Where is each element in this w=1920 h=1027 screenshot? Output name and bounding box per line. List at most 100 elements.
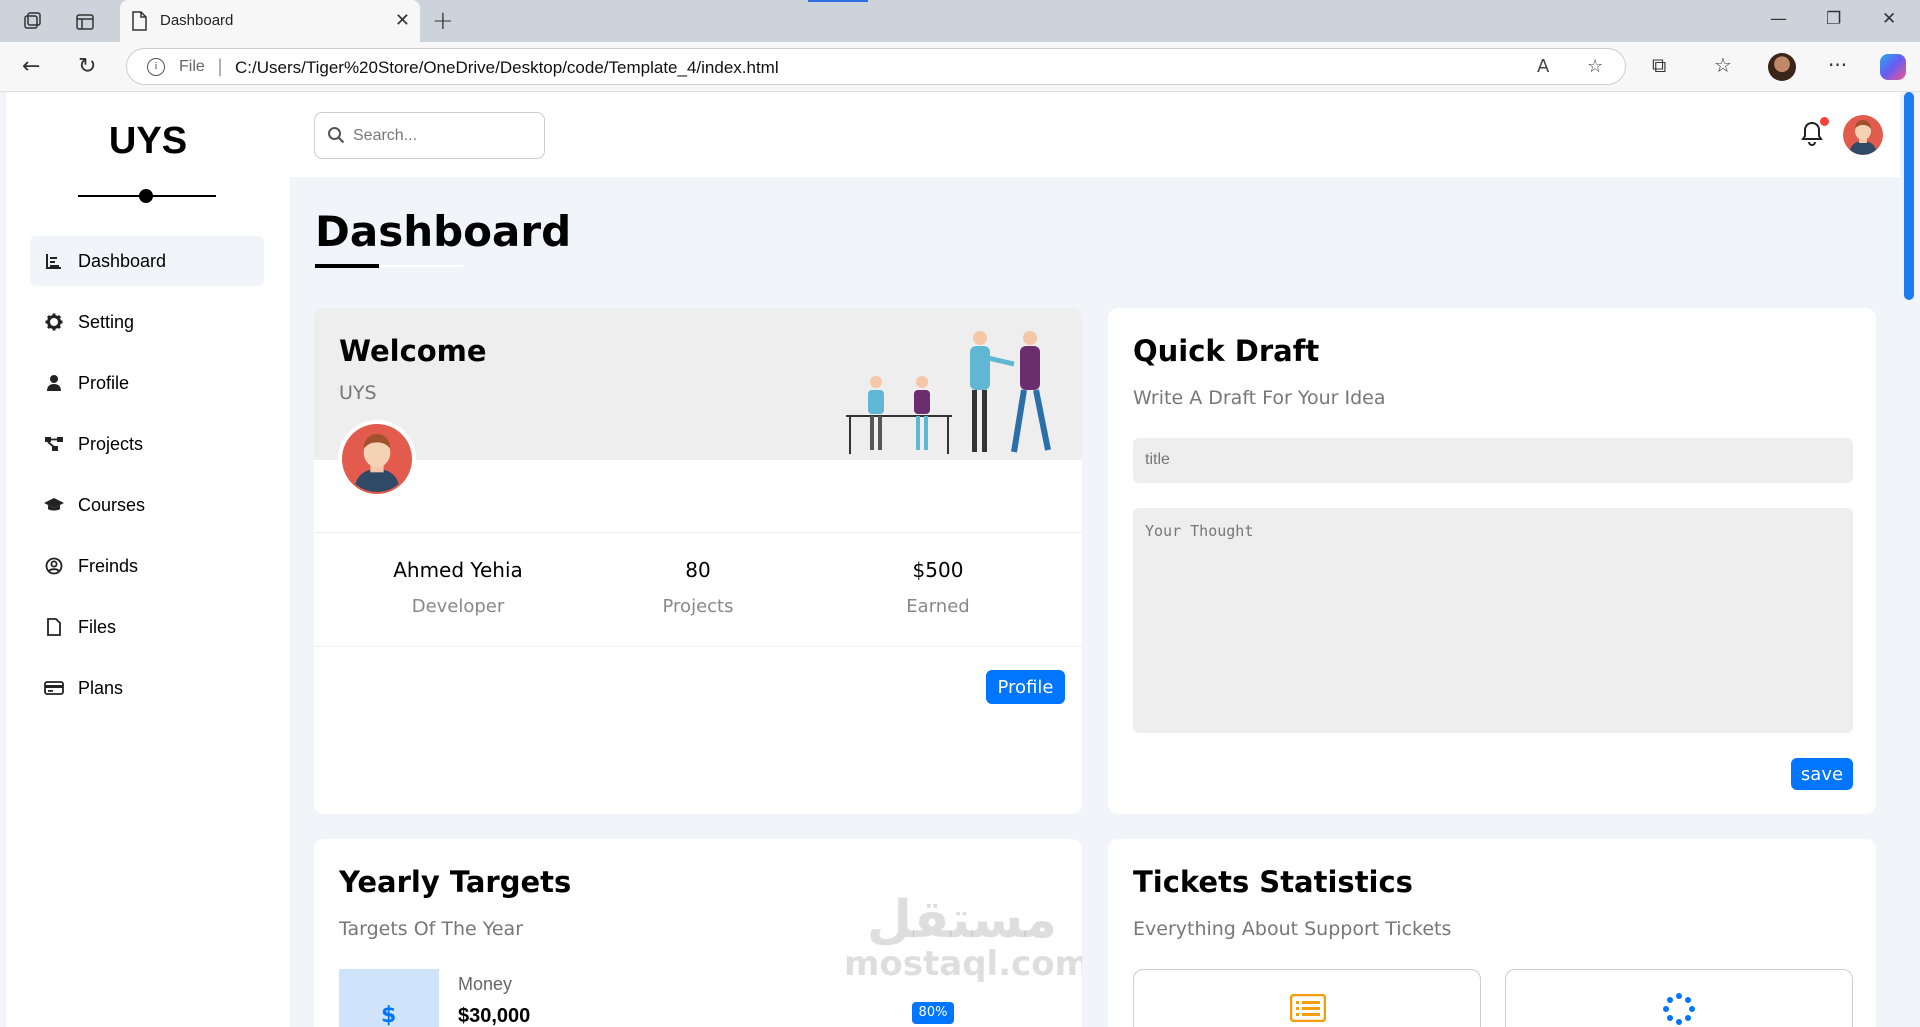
url-separator: | — [217, 56, 224, 77]
tickets-subheading: Everything About Support Tickets — [1133, 918, 1452, 940]
progress-badge: 80% — [912, 1002, 954, 1024]
tab-title: Dashboard — [160, 12, 234, 29]
user-icon — [44, 373, 64, 393]
search-input[interactable] — [353, 123, 533, 149]
browser-tab[interactable]: Dashboard ✕ — [120, 0, 420, 42]
sidebar-item-files[interactable]: Files — [30, 602, 264, 652]
vertical-tabs-icon[interactable] — [72, 9, 98, 35]
welcome-divider — [314, 532, 1082, 533]
page-title: Dashboard — [315, 207, 572, 256]
back-button[interactable]: ← — [22, 54, 40, 79]
profile-button[interactable]: Profile — [986, 670, 1065, 704]
minimize-button[interactable]: — — [1770, 9, 1787, 29]
draft-body-textarea[interactable]: Your Thought — [1133, 508, 1853, 733]
welcome-card: Welcome UYS Ahmed Yehia Developer 80 Pro… — [314, 308, 1082, 814]
logo: UYS — [108, 120, 188, 162]
team-illustration — [842, 328, 1062, 460]
stat-name: Ahmed Yehia Developer — [358, 558, 558, 617]
stat-earned: $500 Earned — [838, 558, 1038, 617]
gear-icon — [44, 312, 64, 332]
close-window-button[interactable]: ✕ — [1882, 9, 1896, 29]
watermark: مستقل mostaql.com — [844, 894, 1082, 984]
ticket-box-total — [1133, 969, 1481, 1027]
search-box[interactable] — [314, 112, 545, 159]
tab-indicator — [808, 0, 868, 2]
workspaces-icon[interactable] — [20, 9, 46, 35]
sidebar-item-label: Files — [78, 616, 117, 637]
file-icon — [44, 617, 64, 637]
draft-body-placeholder: Your Thought — [1145, 522, 1254, 540]
top-header — [290, 92, 1900, 177]
watermark-latin: mostaql.com — [844, 944, 1082, 984]
avatar[interactable] — [1842, 114, 1884, 156]
favorite-star-icon[interactable]: ☆ — [1587, 56, 1603, 77]
close-tab-icon[interactable]: ✕ — [395, 10, 410, 31]
logo-dot — [139, 189, 153, 203]
list-icon — [1289, 993, 1327, 1026]
stat-value: Ahmed Yehia — [393, 558, 523, 582]
draft-subheading: Write A Draft For Your Idea — [1133, 387, 1386, 409]
stat-label: Earned — [906, 596, 970, 617]
draft-title-input[interactable]: title — [1133, 438, 1853, 483]
graduation-cap-icon — [44, 495, 64, 515]
yearly-targets-card: Yearly Targets Targets Of The Year $ Mon… — [314, 839, 1082, 1027]
search-icon — [327, 126, 345, 148]
ticket-box-pending — [1505, 969, 1853, 1027]
sidebar-item-label: Freinds — [78, 555, 139, 576]
refresh-button[interactable]: ↻ — [78, 54, 96, 79]
target-label: Money — [458, 974, 513, 994]
target-value: $30,000 — [458, 1005, 531, 1027]
browser-profile-avatar[interactable] — [1768, 53, 1796, 81]
sidebar-item-label: Plans — [78, 677, 124, 698]
stat-value: $500 — [912, 558, 964, 582]
save-button[interactable]: save — [1791, 758, 1853, 790]
copilot-icon[interactable] — [1880, 54, 1906, 80]
more-options-icon[interactable]: ··· — [1828, 53, 1847, 77]
sidebar-item-freinds[interactable]: Freinds — [30, 541, 264, 591]
page-icon — [130, 11, 148, 35]
sidebar-item-label: Dashboard — [78, 250, 167, 271]
url-scheme-label: File — [179, 58, 205, 75]
stat-label: Projects — [662, 596, 734, 617]
welcome-divider — [314, 646, 1082, 647]
draft-heading: Quick Draft — [1133, 334, 1320, 368]
quick-draft-card: Quick Draft Write A Draft For Your Idea … — [1108, 308, 1876, 814]
diagram-icon — [44, 434, 64, 454]
sidebar-item-label: Projects — [78, 433, 144, 454]
page-content: UYS Dashboard Setting Profile Projects C… — [0, 92, 1920, 1027]
credit-card-icon — [44, 678, 64, 698]
info-icon[interactable]: i — [147, 58, 165, 76]
address-toolbar: ← ↻ i File | C:/Users/Tiger%20Store/OneD… — [0, 42, 1920, 92]
welcome-subheading: UYS — [339, 382, 377, 404]
favorites-icon[interactable]: ☆ — [1714, 53, 1732, 77]
spinner-icon — [1662, 992, 1696, 1027]
sidebar-item-label: Setting — [78, 311, 135, 332]
stat-value: 80 — [685, 558, 711, 582]
welcome-heading: Welcome — [339, 334, 487, 368]
stat-projects: 80 Projects — [598, 558, 798, 617]
user-circle-icon — [44, 556, 64, 576]
sidebar-item-profile[interactable]: Profile — [30, 358, 264, 408]
sidebar: UYS Dashboard Setting Profile Projects C… — [6, 92, 290, 1027]
sidebar-item-projects[interactable]: Projects — [30, 419, 264, 469]
dollar-icon: $ — [381, 1003, 397, 1027]
tickets-heading: Tickets Statistics — [1133, 865, 1413, 899]
url-text[interactable]: C:/Users/Tiger%20Store/OneDrive/Desktop/… — [235, 58, 779, 78]
sidebar-item-courses[interactable]: Courses — [30, 480, 264, 530]
address-bar[interactable]: i File | C:/Users/Tiger%20Store/OneDrive… — [126, 48, 1626, 85]
title-underline — [315, 264, 379, 268]
page-scrollbar[interactable] — [1904, 92, 1914, 300]
sidebar-item-label: Profile — [78, 372, 130, 393]
sidebar-item-setting[interactable]: Setting — [30, 297, 264, 347]
welcome-avatar — [338, 420, 416, 498]
stat-label: Developer — [411, 596, 505, 617]
new-tab-button[interactable]: + — [432, 6, 454, 36]
draft-title-placeholder: title — [1145, 451, 1170, 468]
sidebar-item-dashboard[interactable]: Dashboard — [30, 236, 264, 286]
sidebar-item-label: Courses — [78, 494, 146, 515]
sidebar-item-plans[interactable]: Plans — [30, 663, 264, 713]
restore-button[interactable]: ❐ — [1826, 9, 1841, 29]
extensions-icon[interactable]: ⧉ — [1652, 53, 1666, 77]
read-aloud-icon[interactable]: A — [1537, 56, 1549, 77]
targets-subheading: Targets Of The Year — [339, 918, 524, 940]
